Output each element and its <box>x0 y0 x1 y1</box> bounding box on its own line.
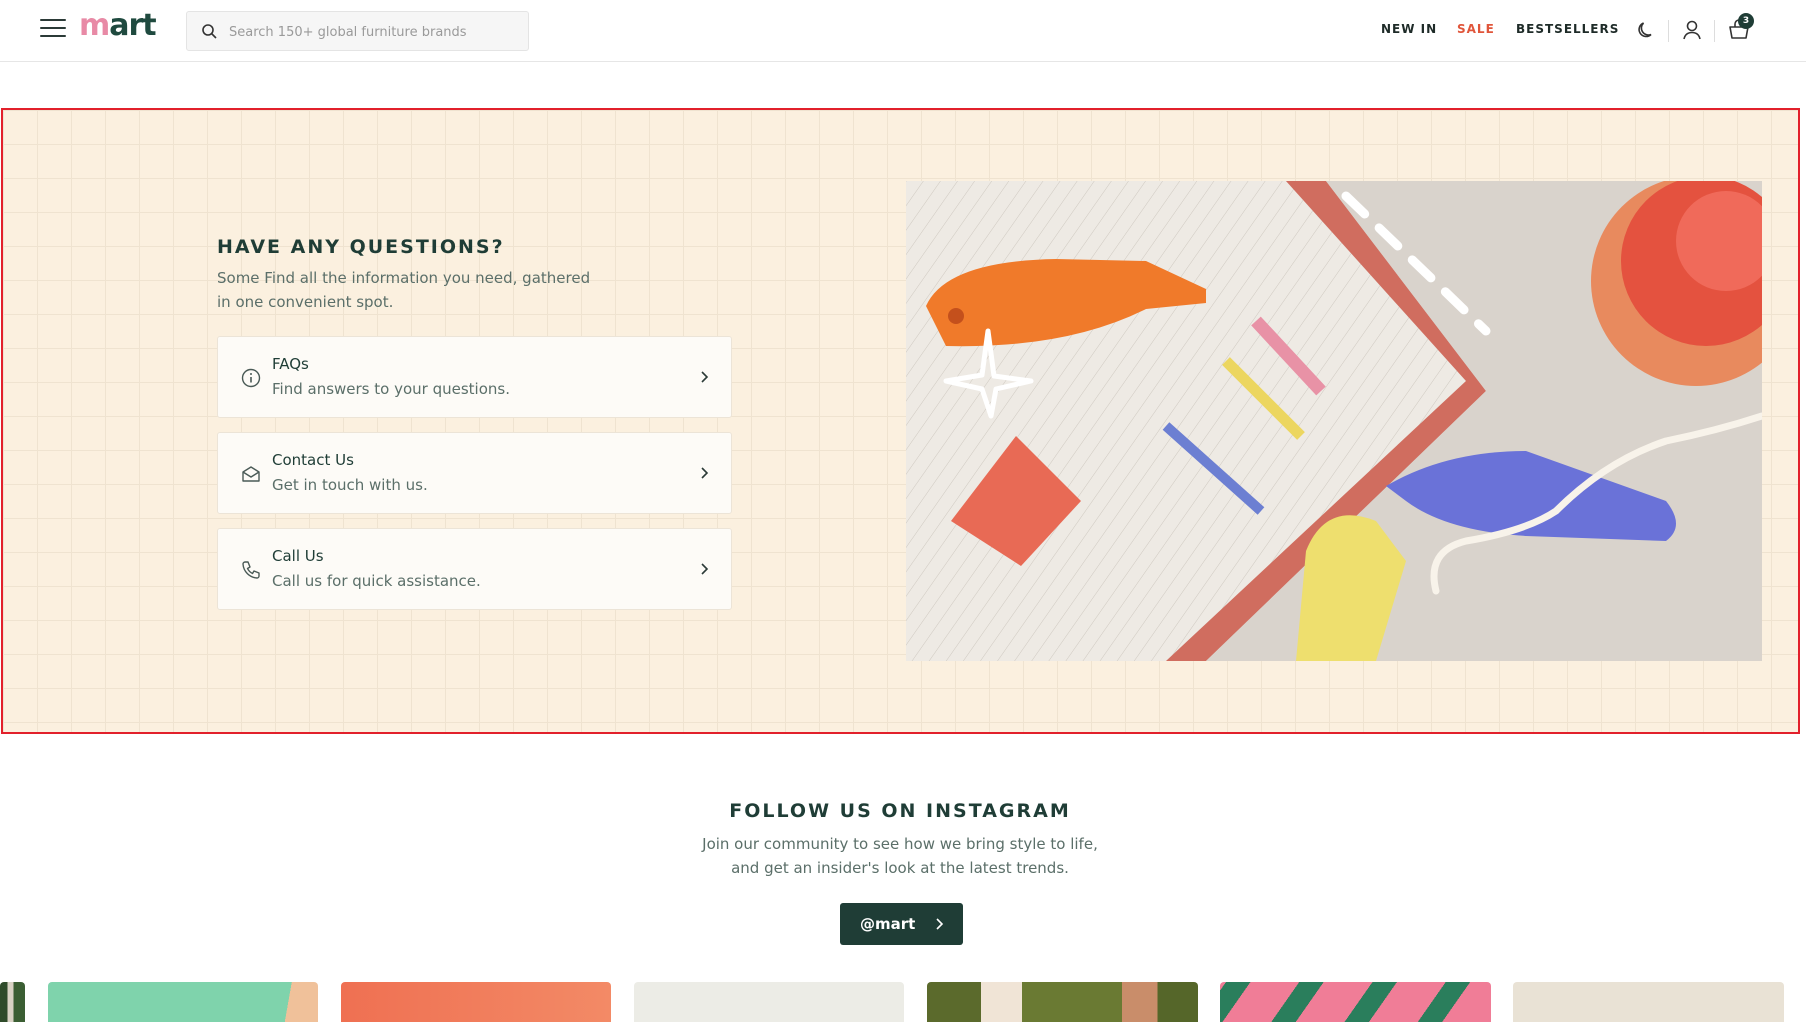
site-header: mart NEW IN SALE BESTSELLERS 3 <box>0 0 1806 62</box>
header-divider <box>1668 20 1669 42</box>
envelope-icon <box>242 466 260 482</box>
chevron-right-icon <box>936 918 944 930</box>
instagram-button-label: @mart <box>860 915 916 933</box>
card-subtitle: Call us for quick assistance. <box>272 572 481 590</box>
logo[interactable]: mart <box>79 8 157 43</box>
instagram-title: FOLLOW US ON INSTAGRAM <box>729 800 1071 822</box>
moon-icon[interactable] <box>1634 18 1658 42</box>
info-icon <box>241 368 261 388</box>
search-box[interactable] <box>186 11 529 51</box>
chevron-right-icon <box>701 563 709 575</box>
menu-icon[interactable] <box>40 19 66 41</box>
card-title: Contact Us <box>272 451 354 469</box>
card-title: FAQs <box>272 355 309 373</box>
instagram-thumbnail[interactable] <box>48 982 318 1022</box>
search-input[interactable] <box>229 20 519 44</box>
logo-m: m <box>79 8 110 43</box>
search-icon <box>202 24 217 39</box>
faqs-card[interactable]: FAQs Find answers to your questions. <box>217 336 732 418</box>
contact-us-card[interactable]: Contact Us Get in touch with us. <box>217 432 732 514</box>
nav-bestsellers[interactable]: BESTSELLERS <box>1516 22 1619 36</box>
logo-rest: art <box>109 8 156 43</box>
card-title: Call Us <box>272 547 324 565</box>
instagram-thumbnail[interactable] <box>341 982 611 1022</box>
highlighters-illustration <box>906 181 1762 661</box>
header-divider <box>1714 20 1715 42</box>
questions-title: HAVE ANY QUESTIONS? <box>217 236 505 258</box>
instagram-thumbnail[interactable] <box>0 982 25 1022</box>
nav-sale[interactable]: SALE <box>1457 22 1495 36</box>
phone-icon <box>242 561 260 579</box>
card-subtitle: Find answers to your questions. <box>272 380 510 398</box>
nav-new-in[interactable]: NEW IN <box>1381 22 1437 36</box>
instagram-thumbnail[interactable] <box>1220 982 1491 1022</box>
questions-section: HAVE ANY QUESTIONS? Some Find all the in… <box>1 108 1800 734</box>
questions-description: Some Find all the information you need, … <box>217 269 591 311</box>
chevron-right-icon <box>701 467 709 479</box>
chevron-right-icon <box>701 371 709 383</box>
call-us-card[interactable]: Call Us Call us for quick assistance. <box>217 528 732 610</box>
card-subtitle: Get in touch with us. <box>272 476 428 494</box>
questions-image <box>906 181 1762 661</box>
instagram-handle-button[interactable]: @mart <box>840 903 963 945</box>
cart-count-badge: 3 <box>1738 13 1754 29</box>
instagram-description: Join our community to see how we bring s… <box>702 835 1098 877</box>
instagram-thumbnail[interactable] <box>927 982 1198 1022</box>
instagram-thumbnail[interactable] <box>634 982 904 1022</box>
instagram-thumbnail[interactable] <box>1513 982 1784 1022</box>
user-icon[interactable] <box>1680 18 1704 42</box>
